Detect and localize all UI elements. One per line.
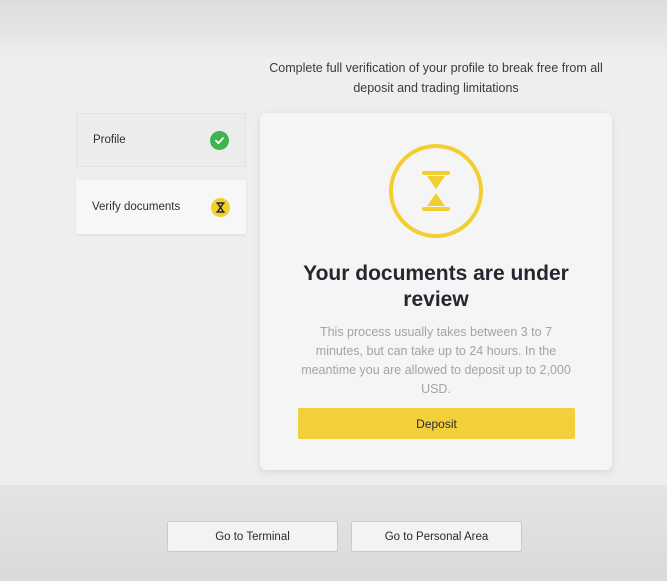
check-icon: [210, 130, 229, 150]
verification-intro: Complete full verification of your profi…: [258, 58, 614, 98]
review-description-line-3: meantime you are allowed to deposit up t…: [301, 363, 571, 377]
hourglass-icon: [211, 197, 230, 217]
step-profile[interactable]: Profile: [76, 113, 246, 167]
go-to-personal-area-button[interactable]: Go to Personal Area: [351, 521, 522, 552]
step-profile-label: Profile: [93, 134, 126, 146]
review-title-line-1: Your documents are under: [303, 262, 569, 285]
hourglass-icon: [389, 144, 483, 238]
review-description-line-2: minutes, but can take up to 24 hours. In…: [315, 344, 557, 358]
review-title: Your documents are under review: [280, 261, 592, 313]
step-verify-documents[interactable]: Verify documents: [76, 180, 246, 234]
review-description-line-1: This process usually takes between 3 to …: [319, 325, 553, 339]
review-title-line-2: review: [403, 288, 469, 311]
go-to-terminal-button[interactable]: Go to Terminal: [167, 521, 338, 552]
review-description: This process usually takes between 3 to …: [294, 323, 578, 399]
deposit-button[interactable]: Deposit: [298, 408, 575, 439]
step-verify-documents-label: Verify documents: [92, 201, 181, 213]
intro-line-2: deposit and trading limitations: [353, 81, 519, 95]
review-description-line-4: USD.: [421, 382, 451, 396]
top-background: [0, 0, 667, 60]
review-card: Your documents are under review This pro…: [260, 113, 612, 470]
intro-line-1: Complete full verification of your profi…: [269, 61, 603, 75]
